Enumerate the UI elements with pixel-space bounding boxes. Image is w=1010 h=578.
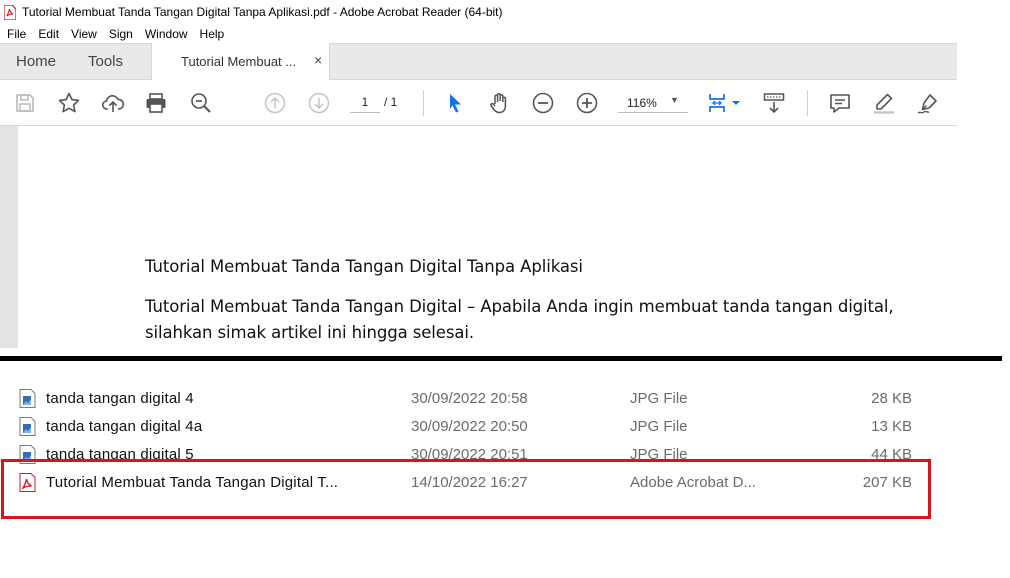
window-title: Tutorial Membuat Tanda Tangan Digital Ta… (22, 5, 503, 19)
print-icon[interactable] (144, 91, 168, 115)
file-size: 28 KB (871, 390, 912, 407)
menu-edit[interactable]: Edit (32, 27, 65, 41)
file-date: 30/09/2022 20:58 (411, 390, 528, 407)
upload-cloud-icon[interactable] (101, 91, 125, 115)
document-gutter (0, 126, 18, 348)
page-total: / 1 (384, 95, 398, 109)
fit-page-icon[interactable] (706, 91, 742, 115)
menu-window[interactable]: Window (139, 27, 194, 41)
chevron-down-icon: ▼ (670, 95, 679, 105)
toolbar: 1 / 1 116% ▼ (0, 80, 957, 126)
menu-help[interactable]: Help (194, 27, 231, 41)
tab-tools[interactable]: Tools (88, 53, 123, 70)
save-icon[interactable] (13, 91, 37, 115)
select-cursor-icon[interactable] (443, 91, 467, 115)
comment-icon[interactable] (828, 91, 852, 115)
zoom-in-icon[interactable] (575, 91, 599, 115)
file-row[interactable]: tanda tangan digital 4 30/09/2022 20:58 … (0, 384, 1010, 412)
menu-file[interactable]: File (0, 27, 32, 41)
file-name: tanda tangan digital 4 (46, 390, 194, 407)
hand-icon[interactable] (487, 91, 511, 115)
file-size: 13 KB (871, 418, 912, 435)
page-number-input[interactable]: 1 (350, 93, 380, 113)
menu-view[interactable]: View (65, 27, 103, 41)
file-type: JPG File (630, 418, 688, 435)
jpg-file-icon (19, 417, 36, 436)
tab-document[interactable]: Tutorial Membuat ... × (151, 43, 330, 81)
document-paragraph: Tutorial Membuat Tanda Tangan Digital – … (145, 297, 894, 342)
zoom-select[interactable]: 116% ▼ (618, 93, 688, 113)
page-down-icon[interactable] (307, 91, 331, 115)
zoom-value: 116% (627, 96, 657, 110)
toolbar-separator (807, 90, 808, 116)
file-date: 30/09/2022 20:50 (411, 418, 528, 435)
sign-pen-icon[interactable] (916, 91, 940, 115)
tab-document-label: Tutorial Membuat ... (181, 54, 297, 69)
page-up-icon[interactable] (263, 91, 287, 115)
scroll-mode-icon[interactable] (762, 91, 786, 115)
jpg-file-icon (19, 389, 36, 408)
highlight-box (1, 459, 931, 519)
document-viewer[interactable]: Tutorial Membuat Tanda Tangan Digital Ta… (0, 126, 957, 348)
tab-home[interactable]: Home (16, 53, 56, 70)
close-icon[interactable]: × (314, 53, 322, 67)
document-heading: Tutorial Membuat Tanda Tangan Digital Ta… (145, 257, 583, 276)
title-bar: Tutorial Membuat Tanda Tangan Digital Ta… (0, 0, 1010, 24)
highlight-pen-icon[interactable] (872, 91, 896, 115)
menu-bar: File Edit View Sign Window Help (0, 24, 1010, 43)
star-icon[interactable] (57, 91, 81, 115)
file-type: JPG File (630, 390, 688, 407)
file-row[interactable]: tanda tangan digital 4a 30/09/2022 20:50… (0, 412, 1010, 440)
menu-sign[interactable]: Sign (103, 27, 139, 41)
zoom-search-icon[interactable] (189, 91, 213, 115)
zoom-out-icon[interactable] (531, 91, 555, 115)
tab-bar: Home Tools Tutorial Membuat ... × (0, 43, 957, 81)
file-name: tanda tangan digital 4a (46, 418, 203, 435)
toolbar-separator (423, 90, 424, 116)
acrobat-app-icon (4, 4, 16, 20)
